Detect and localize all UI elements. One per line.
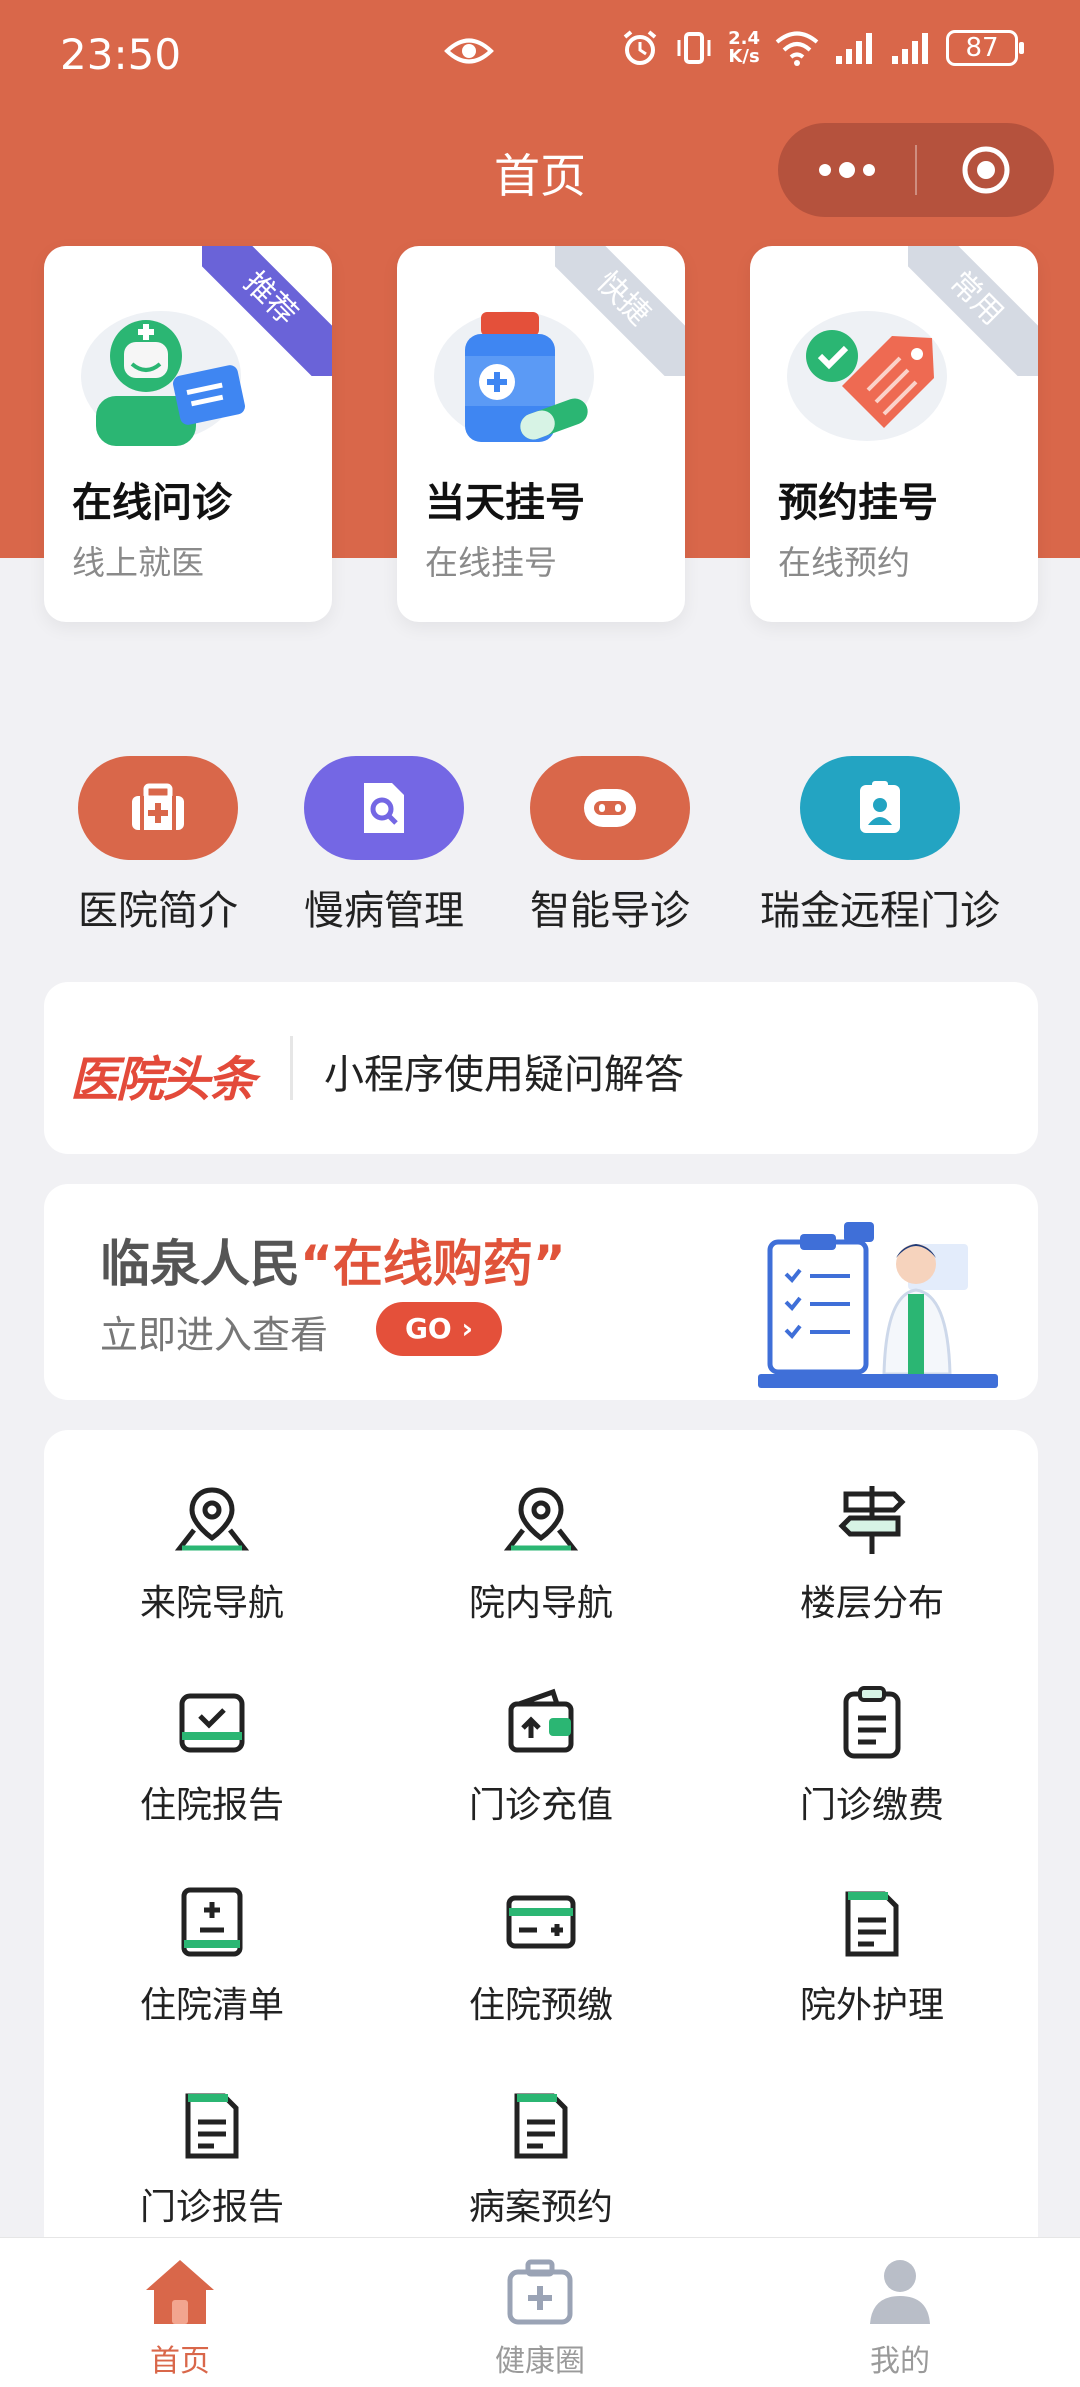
quick-action-pill <box>800 756 960 860</box>
id-badge-icon <box>860 781 900 833</box>
hospital-icon <box>132 783 184 830</box>
status-bar: 23:50 2.4 K/s 87 <box>0 0 1080 110</box>
vibrate-icon <box>677 32 711 64</box>
online-pharmacy-banner[interactable]: 临泉人民“在线购药” 立即进入查看 GO › <box>44 1184 1038 1400</box>
card-title: 当天挂号 <box>425 480 585 526</box>
card-title: 预约挂号 <box>778 480 938 526</box>
tab-label: 我的 <box>870 2344 930 2379</box>
target-icon <box>962 146 1009 194</box>
service-label: 来院导航 <box>139 1583 284 1624</box>
card-icon <box>506 1895 576 1949</box>
more-button[interactable] <box>778 123 915 217</box>
map-pin-icon <box>174 1487 250 1551</box>
clipboard-icon <box>843 1686 901 1759</box>
quick-action-hospital-intro[interactable]: 医院简介 <box>58 756 258 936</box>
more-icon <box>818 162 875 178</box>
service-outpatient-recharge[interactable]: 门诊充值 <box>421 1682 661 1828</box>
inbox-check-icon <box>179 1693 245 1753</box>
tab-label: 首页 <box>150 2344 210 2379</box>
banner-title: 临泉人民“在线购药” <box>100 1224 566 1296</box>
signal-icon <box>836 33 872 64</box>
wifi-icon <box>775 31 819 66</box>
document-icon <box>514 2093 568 2159</box>
tab-label: 健康圈 <box>495 2344 585 2379</box>
service-inpatient-report[interactable]: 住院报告 <box>92 1682 332 1828</box>
calculator-icon <box>181 1887 243 1957</box>
card-subtitle: 线上就医 <box>72 543 204 582</box>
service-label: 院外护理 <box>799 1985 944 2026</box>
card-online-consultation[interactable]: 推荐 在线问诊 线上就医 <box>44 246 332 622</box>
signal-icon-2 <box>892 33 928 64</box>
card-subtitle: 在线预约 <box>778 543 910 582</box>
quick-action-label: 医院简介 <box>78 888 238 934</box>
document-icon <box>845 1891 899 1957</box>
document-search-icon <box>364 783 404 833</box>
quick-action-pill <box>78 756 238 860</box>
doctor-illustration-icon <box>758 1222 998 1388</box>
service-outpatient-nursing[interactable]: 院外护理 <box>752 1882 992 2028</box>
hospital-news-bar[interactable]: 医院头条 小程序使用疑问解答 <box>44 982 1038 1154</box>
tag-check-icon <box>787 311 947 441</box>
eye-icon <box>444 38 494 64</box>
signpost-icon <box>838 1486 906 1554</box>
service-outpatient-payment[interactable]: 门诊缴费 <box>752 1682 992 1828</box>
go-button[interactable]: GO › <box>376 1302 502 1356</box>
quick-action-chronic-disease[interactable]: 慢病管理 <box>284 756 484 936</box>
card-subtitle: 在线挂号 <box>425 543 557 582</box>
quick-action-pill <box>530 756 690 860</box>
quick-action-label: 智能导诊 <box>530 888 690 934</box>
tab-health-circle[interactable]: 健康圈 <box>360 2238 720 2387</box>
service-label: 门诊缴费 <box>799 1785 944 1826</box>
mini-program-capsule <box>778 123 1054 217</box>
service-arrival-navigation[interactable]: 来院导航 <box>92 1480 332 1626</box>
status-time: 23:50 <box>60 30 182 79</box>
card-title: 在线问诊 <box>72 480 232 526</box>
robot-icon <box>584 789 636 827</box>
wallet-icon <box>508 1688 574 1753</box>
banner-subtitle: 立即进入查看 <box>100 1313 329 1357</box>
service-label: 楼层分布 <box>799 1583 944 1624</box>
document-icon <box>185 2093 239 2159</box>
service-indoor-navigation[interactable]: 院内导航 <box>421 1480 661 1626</box>
medicine-bottle-icon <box>434 311 594 442</box>
tab-mine[interactable]: 我的 <box>720 2238 1080 2387</box>
service-label: 院内导航 <box>468 1583 613 1624</box>
service-label: 住院报告 <box>139 1785 284 1826</box>
doctor-consult-icon <box>81 311 245 446</box>
bottom-tab-bar: 首页 健康圈 我的 <box>0 2237 1080 2387</box>
quick-action-label: 瑞金远程门诊 <box>760 888 1000 934</box>
service-medical-record-appointment[interactable]: 病案预约 <box>421 2084 661 2230</box>
card-same-day-registration[interactable]: 快捷 当天挂号 在线挂号 <box>397 246 685 622</box>
net-speed-unit: K/s <box>728 46 760 67</box>
map-pin-icon <box>503 1487 579 1551</box>
quick-action-label: 慢病管理 <box>304 888 464 934</box>
quick-action-pill <box>304 756 464 860</box>
alarm-icon <box>623 30 657 65</box>
banner-title-highlight: “在线购药” <box>300 1235 566 1293</box>
news-divider <box>290 1036 293 1100</box>
service-label: 病案预约 <box>468 2187 613 2228</box>
close-button[interactable] <box>917 123 1054 217</box>
service-floor-distribution[interactable]: 楼层分布 <box>752 1480 992 1626</box>
service-outpatient-report[interactable]: 门诊报告 <box>92 2084 332 2230</box>
battery-indicator: 87 <box>946 30 1024 66</box>
banner-title-prefix: 临泉人民 <box>100 1235 300 1293</box>
service-inpatient-prepay[interactable]: 住院预缴 <box>421 1882 661 2028</box>
services-panel: 来院导航 院内导航 楼层分布 住院报告 门诊充值 门诊缴费 住院清单 住院预缴 … <box>44 1430 1038 2330</box>
medical-kit-icon <box>507 2259 573 2325</box>
service-label: 住院清单 <box>139 1985 284 2026</box>
quick-action-smart-guide[interactable]: 智能导诊 <box>510 756 710 936</box>
service-label: 住院预缴 <box>468 1985 613 2026</box>
news-headline[interactable]: 小程序使用疑问解答 <box>324 1042 684 1100</box>
news-logo: 医院头条 <box>70 1052 256 1108</box>
service-inpatient-bill[interactable]: 住院清单 <box>92 1882 332 2028</box>
home-icon <box>146 2260 214 2324</box>
net-speed: 2.4 K/s <box>728 30 760 66</box>
service-label: 门诊报告 <box>139 2187 284 2228</box>
user-icon <box>870 2260 930 2324</box>
quick-action-ruijin-remote[interactable]: 瑞金远程门诊 <box>740 756 1020 936</box>
service-label: 门诊充值 <box>468 1785 613 1826</box>
card-appointment-registration[interactable]: 常用 预约挂号 在线预约 <box>750 246 1038 622</box>
tab-home[interactable]: 首页 <box>0 2238 360 2387</box>
